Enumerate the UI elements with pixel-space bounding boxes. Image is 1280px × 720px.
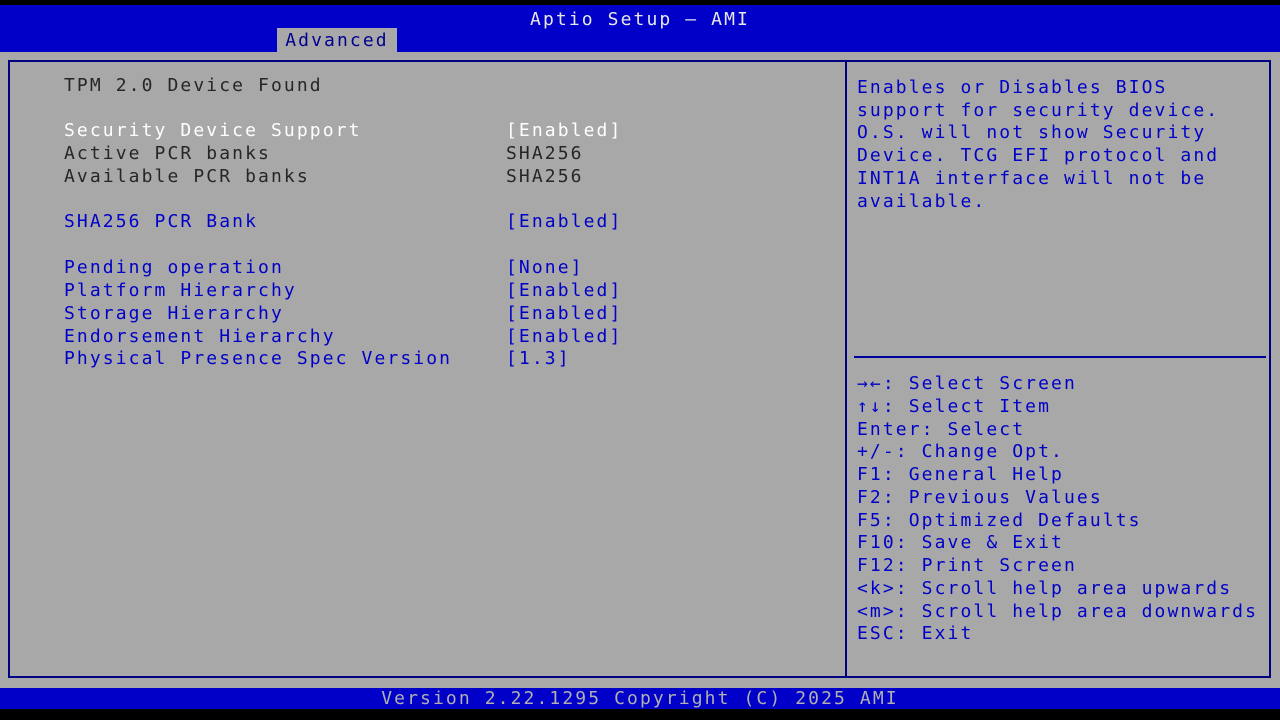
panel-divider	[845, 60, 847, 678]
key-legend-select-screen: →←: Select Screen	[857, 373, 1077, 394]
title-bar: Aptio Setup – AMI Advanced	[0, 5, 1280, 52]
setting-label: Endorsement Hierarchy	[64, 326, 336, 347]
key-legend-f10: F10: Save & Exit	[857, 532, 1064, 554]
key-legend-enter: Enter: Select	[857, 418, 1026, 440]
setting-label: Active PCR banks	[64, 143, 271, 164]
setting-value: SHA256	[506, 143, 584, 164]
setting-value: [None]	[506, 257, 584, 278]
setting-value: [1.3]	[506, 348, 571, 369]
key-legend-select-item: ↑↓: Select Item	[857, 395, 1052, 417]
setting-row-sha256-pcr-bank[interactable]: SHA256 PCR Bank [Enabled]	[64, 213, 804, 231]
help-divider	[854, 356, 1266, 358]
setting-value: SHA256	[506, 166, 584, 187]
setting-label: Available PCR banks	[64, 166, 310, 187]
setting-value: [Enabled]	[506, 211, 623, 232]
key-legend-scroll-down: <m>: Scroll help area downwards	[857, 600, 1259, 622]
key-legend-f1: F1: General Help	[857, 464, 1064, 485]
setting-row-available-pcr-banks: Available PCR banks SHA256	[64, 168, 804, 186]
status-text: TPM 2.0 Device Found	[64, 75, 323, 96]
bios-setup-screen: Aptio Setup – AMI Advanced TPM 2.0 Devic…	[0, 0, 1280, 720]
setting-value: [Enabled]	[506, 303, 623, 324]
setting-label: Physical Presence Spec Version	[64, 348, 453, 369]
setting-row-pending-operation[interactable]: Pending operation [None]	[64, 259, 804, 277]
key-legend-change-opt: +/-: Change Opt.	[857, 441, 1064, 463]
setting-row-security-device-support[interactable]: Security Device Support [Enabled]	[64, 122, 804, 140]
setting-row-endorsement-hierarchy[interactable]: Endorsement Hierarchy [Enabled]	[64, 328, 804, 346]
page-title: Aptio Setup – AMI	[530, 9, 750, 30]
setting-row-platform-hierarchy[interactable]: Platform Hierarchy [Enabled]	[64, 282, 804, 300]
key-legend: →←: Select Screen ↑↓: Select Item Enter:…	[857, 373, 1267, 646]
setting-label: Pending operation	[64, 257, 284, 278]
key-legend-f2: F2: Previous Values	[857, 486, 1103, 508]
setting-row-storage-hierarchy[interactable]: Storage Hierarchy [Enabled]	[64, 305, 804, 323]
footer-bar: Version 2.22.1295 Copyright (C) 2025 AMI	[0, 688, 1280, 709]
setting-row-physical-presence-spec-version[interactable]: Physical Presence Spec Version [1.3]	[64, 350, 804, 368]
setting-label: Storage Hierarchy	[64, 303, 284, 324]
key-legend-scroll-up: <k>: Scroll help area upwards	[857, 577, 1233, 599]
setting-value: [Enabled]	[506, 280, 623, 301]
key-legend-f5: F5: Optimized Defaults	[857, 509, 1142, 531]
version-text: Version 2.22.1295 Copyright (C) 2025 AMI	[381, 688, 899, 709]
tab-advanced[interactable]: Advanced	[277, 28, 397, 52]
setting-label: Platform Hierarchy	[64, 280, 297, 301]
help-description: Enables or Disables BIOS support for sec…	[857, 77, 1220, 212]
setting-value: [Enabled]	[506, 326, 623, 347]
key-legend-esc: ESC: Exit	[857, 623, 974, 645]
setting-row-active-pcr-banks: Active PCR banks SHA256	[64, 145, 804, 163]
setting-value: [Enabled]	[506, 120, 623, 141]
setting-label: SHA256 PCR Bank	[64, 211, 259, 232]
setting-label: Security Device Support	[64, 120, 362, 141]
key-legend-f12: F12: Print Screen	[857, 555, 1077, 576]
